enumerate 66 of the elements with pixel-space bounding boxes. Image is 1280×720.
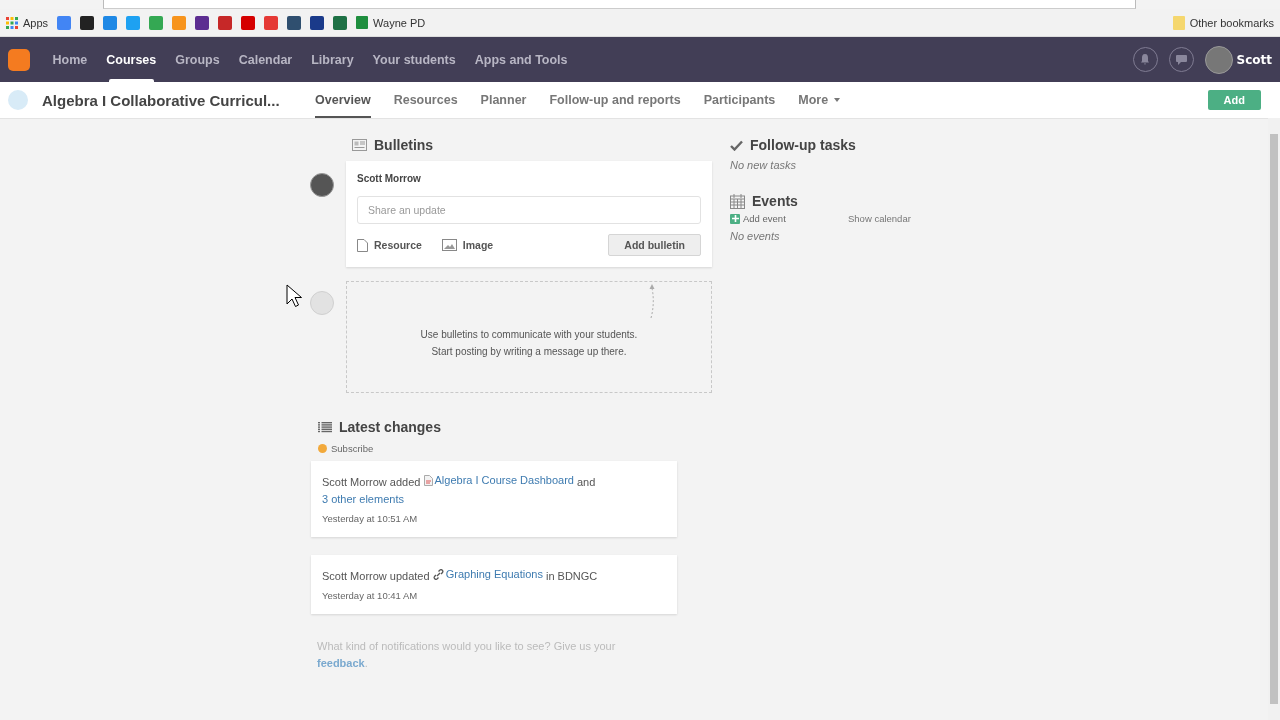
change-text: Scott Morrow updated Graphing Equations in BDNGC [322,566,599,585]
placeholder-avatar [310,291,334,315]
empty-hint-text: Use bulletins to communicate with your students. [420,329,638,340]
change-time: Yesterday at 10:41 AM [322,590,419,601]
nav-link[interactable]: Library [301,37,364,82]
course-tab[interactable]: More [786,82,852,118]
bookmark-favicon-icon[interactable] [80,15,95,30]
add-event-link[interactable]: Add event [730,213,848,224]
add-bulletin-button[interactable]: Add bulletin [608,234,701,256]
document-icon [423,475,433,486]
course-tab[interactable]: Resources [382,82,470,118]
update-input-field[interactable]: Share an update [357,196,701,224]
section-heading: Bulletins [352,137,712,153]
calendar-icon [730,193,745,209]
checkmark-icon [730,139,743,151]
bookmark-favicon-icon[interactable] [195,15,210,30]
section-heading: Latest changes [318,419,712,435]
image-button[interactable]: Image [441,239,494,251]
user-avatar[interactable] [1204,45,1233,74]
sheet-bookmark[interactable]: Wayne PD [356,16,426,29]
logo-icon[interactable] [8,48,30,71]
mouse-pointer-icon [286,284,302,308]
other-bookmarks[interactable]: Other bookmarks [1172,15,1274,30]
scrollbar-thumb[interactable] [1270,134,1278,704]
apps-grid-icon [6,16,18,29]
show-calendar-link[interactable]: Show calendar [848,213,911,224]
image-icon [441,239,457,251]
nav-link[interactable]: Your students [363,37,466,82]
course-title: Algebra I Collaborative Curricul... [42,91,280,109]
empty-hint-text: Start posting by writing a message up there. [431,346,627,357]
section-heading: Events [730,193,990,209]
course-tab[interactable]: Planner [469,82,538,118]
user-name[interactable]: Scott [1236,52,1272,67]
author-avatar [310,173,334,197]
bookmark-favicon-icon[interactable] [287,15,302,30]
course-tab[interactable]: Participants [692,82,787,118]
nav-link[interactable]: Apps and Tools [465,37,578,82]
spreadsheet-icon [356,16,369,29]
add-button[interactable]: Add [1207,90,1261,110]
change-text: Scott Morrow added Algebra I Course Dashboard and 3 other elements [322,472,666,508]
item-link[interactable]: Graphing Equations [432,566,543,583]
section-heading: Follow-up tasks [730,137,990,153]
document-icon [357,238,368,252]
plus-icon [730,213,740,224]
apps-bookmark[interactable]: Apps [6,16,49,29]
dashed-arrow-icon [648,284,657,318]
bookmark-favicon-icon[interactable] [310,15,325,30]
newspaper-icon [352,139,367,151]
item-link[interactable]: Algebra I Course Dashboard [423,472,574,489]
nav-link[interactable]: Courses [96,37,166,82]
author-name: Scott Morrow [357,173,422,184]
nav-link[interactable]: Home [43,37,97,82]
nav-link[interactable]: Calendar [229,37,302,82]
folder-icon [1172,15,1185,30]
change-time: Yesterday at 10:51 AM [322,513,419,524]
item-link[interactable]: 3 other elements [322,491,404,508]
empty-tasks-text: No new tasks [730,159,798,171]
course-tab[interactable]: Overview [303,82,383,118]
chain-link-icon [432,569,444,580]
nav-link[interactable]: Groups [165,37,230,82]
empty-events-text: No events [730,230,781,242]
graduation-cap-icon [8,90,28,110]
subscribe-link[interactable]: Subscribe [318,443,712,454]
course-tab[interactable]: Follow-up and reports [537,82,693,118]
resource-button[interactable]: Resource [357,238,422,252]
list-icon [318,421,332,433]
